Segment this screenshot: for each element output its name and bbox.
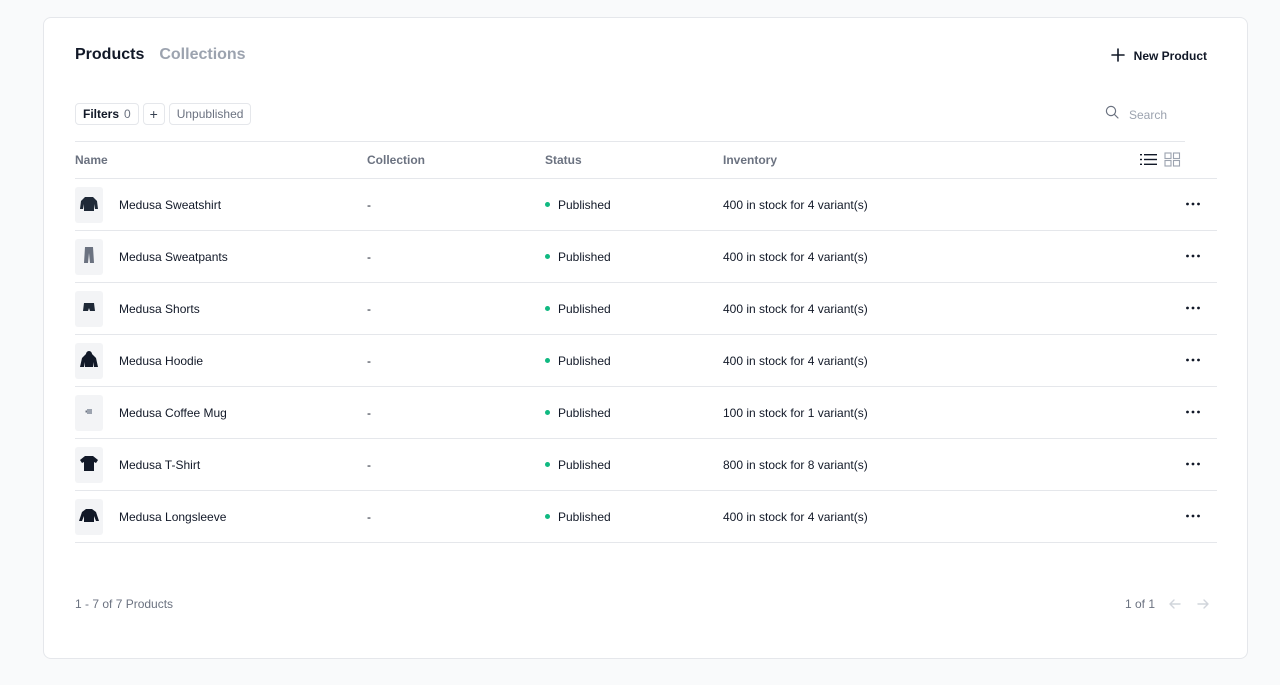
status-dot bbox=[545, 306, 550, 311]
filters-button[interactable]: Filters 0 bbox=[75, 103, 139, 125]
table-row[interactable]: Medusa Shorts - Published 400 in stock f… bbox=[75, 283, 1217, 335]
tshirt-icon bbox=[79, 453, 99, 476]
status-dot bbox=[545, 410, 550, 415]
list-view-icon[interactable] bbox=[1140, 152, 1157, 167]
new-product-label: New Product bbox=[1133, 49, 1207, 63]
plus-icon bbox=[1110, 47, 1126, 66]
product-collection: - bbox=[367, 353, 371, 368]
tab-products[interactable]: Products bbox=[75, 46, 144, 64]
status-dot bbox=[545, 202, 550, 207]
product-thumbnail bbox=[75, 238, 103, 275]
product-inventory: 400 in stock for 4 variant(s) bbox=[723, 353, 868, 368]
product-inventory: 100 in stock for 1 variant(s) bbox=[723, 405, 868, 420]
filter-bar: Filters 0 + Unpublished bbox=[75, 103, 252, 125]
column-header-collection[interactable]: Collection bbox=[367, 153, 545, 167]
more-actions-icon[interactable] bbox=[1185, 300, 1201, 316]
products-table: Name Collection Status Inventory Medusa … bbox=[75, 141, 1217, 543]
product-name[interactable]: Medusa Hoodie bbox=[119, 354, 203, 368]
product-name[interactable]: Medusa Shorts bbox=[119, 302, 200, 316]
status-dot bbox=[545, 514, 550, 519]
new-product-button[interactable]: New Product bbox=[1110, 46, 1207, 66]
table-row[interactable]: Medusa Hoodie - Published 400 in stock f… bbox=[75, 335, 1217, 387]
status-text: Published bbox=[558, 249, 611, 264]
previous-page-icon[interactable] bbox=[1167, 596, 1183, 612]
filters-count: 0 bbox=[124, 107, 131, 121]
search-input[interactable] bbox=[1129, 107, 1177, 122]
product-name[interactable]: Medusa Sweatshirt bbox=[119, 198, 221, 212]
product-collection: - bbox=[367, 509, 371, 524]
shorts-icon bbox=[79, 297, 99, 320]
add-filter-button[interactable]: + bbox=[142, 103, 165, 125]
sweatshirt-icon bbox=[79, 193, 99, 216]
status-dot bbox=[545, 358, 550, 363]
product-inventory: 400 in stock for 4 variant(s) bbox=[723, 509, 868, 524]
search-box[interactable] bbox=[1105, 105, 1177, 124]
tab-collections[interactable]: Collections bbox=[159, 46, 245, 64]
mug-icon bbox=[79, 401, 99, 424]
products-card: Products Collections New Product Filters… bbox=[43, 17, 1248, 659]
next-page-icon[interactable] bbox=[1195, 596, 1211, 612]
product-thumbnail bbox=[75, 446, 103, 483]
column-header-status[interactable]: Status bbox=[545, 153, 723, 167]
status-text: Published bbox=[558, 405, 611, 420]
filters-label: Filters bbox=[83, 107, 120, 121]
more-actions-icon[interactable] bbox=[1185, 404, 1201, 420]
product-name[interactable]: Medusa Sweatpants bbox=[119, 250, 228, 264]
status-dot bbox=[545, 254, 550, 259]
column-header-inventory[interactable]: Inventory bbox=[723, 153, 1143, 167]
page-indicator: 1 of 1 bbox=[1124, 597, 1155, 611]
tab-bar: Products Collections bbox=[75, 46, 246, 64]
more-actions-icon[interactable] bbox=[1185, 248, 1201, 264]
longsleeve-icon bbox=[79, 505, 99, 528]
product-inventory: 800 in stock for 8 variant(s) bbox=[723, 457, 868, 472]
more-actions-icon[interactable] bbox=[1185, 196, 1201, 212]
product-collection: - bbox=[367, 197, 371, 212]
product-collection: - bbox=[367, 405, 371, 420]
product-thumbnail bbox=[75, 290, 103, 327]
status-text: Published bbox=[558, 197, 611, 212]
status-text: Published bbox=[558, 301, 611, 316]
product-name[interactable]: Medusa Longsleeve bbox=[119, 510, 226, 524]
pagination: 1 of 1 bbox=[1125, 596, 1211, 612]
table-row[interactable]: Medusa Coffee Mug - Published 100 in sto… bbox=[75, 387, 1217, 439]
product-name[interactable]: Medusa T-Shirt bbox=[119, 458, 200, 472]
more-actions-icon[interactable] bbox=[1185, 456, 1201, 472]
product-thumbnail bbox=[75, 186, 103, 223]
more-actions-icon[interactable] bbox=[1185, 508, 1201, 524]
column-header-name[interactable]: Name bbox=[75, 153, 367, 167]
table-row[interactable]: Medusa Sweatshirt - Published 400 in sto… bbox=[75, 179, 1217, 231]
status-text: Published bbox=[558, 353, 611, 368]
product-collection: - bbox=[367, 457, 371, 472]
table-row[interactable]: Medusa T-Shirt - Published 800 in stock … bbox=[75, 439, 1217, 491]
product-collection: - bbox=[367, 249, 371, 264]
product-thumbnail bbox=[75, 394, 103, 431]
product-thumbnail bbox=[75, 342, 103, 379]
filter-tab-unpublished[interactable]: Unpublished bbox=[168, 103, 252, 125]
table-header: Name Collection Status Inventory bbox=[75, 141, 1217, 179]
table-row[interactable]: Medusa Longsleeve - Published 400 in sto… bbox=[75, 491, 1217, 543]
pagination-summary: 1 - 7 of 7 Products bbox=[75, 597, 174, 611]
product-inventory: 400 in stock for 4 variant(s) bbox=[723, 301, 868, 316]
more-actions-icon[interactable] bbox=[1185, 352, 1201, 368]
sweatpants-icon bbox=[79, 245, 99, 268]
hoodie-icon bbox=[79, 349, 99, 372]
status-text: Published bbox=[558, 509, 611, 524]
grid-view-icon[interactable] bbox=[1164, 152, 1181, 167]
product-inventory: 400 in stock for 4 variant(s) bbox=[723, 197, 868, 212]
status-text: Published bbox=[558, 457, 611, 472]
product-collection: - bbox=[367, 301, 371, 316]
product-thumbnail bbox=[75, 498, 103, 535]
search-icon bbox=[1105, 105, 1119, 124]
product-name[interactable]: Medusa Coffee Mug bbox=[119, 406, 227, 420]
status-dot bbox=[545, 462, 550, 467]
view-toggle bbox=[1140, 152, 1181, 167]
table-row[interactable]: Medusa Sweatpants - Published 400 in sto… bbox=[75, 231, 1217, 283]
product-inventory: 400 in stock for 4 variant(s) bbox=[723, 249, 868, 264]
